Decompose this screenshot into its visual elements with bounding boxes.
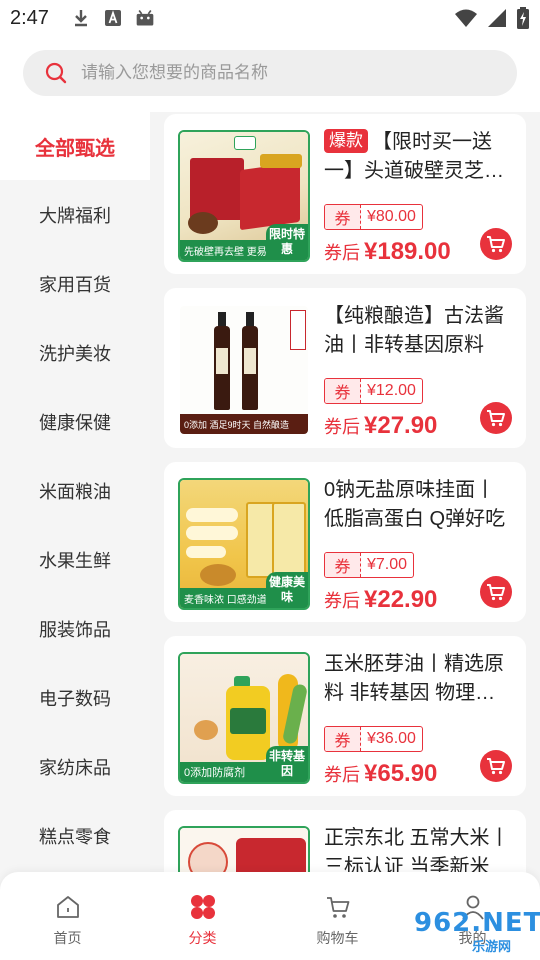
add-to-cart-button[interactable] xyxy=(480,402,512,434)
sidebar-item-apparel[interactable]: 服装饰品 xyxy=(0,594,150,663)
sidebar-item-fresh-fruit[interactable]: 水果生鲜 xyxy=(0,525,150,594)
coupon-badge: 券 ¥80.00 xyxy=(324,204,423,230)
sidebar-item-label: 全部甄选 xyxy=(35,137,115,160)
price: 券后 ¥22.90 xyxy=(324,586,437,614)
home-icon xyxy=(53,892,83,922)
nav-category[interactable]: 分类 xyxy=(135,872,270,960)
coupon-value: ¥7.00 xyxy=(367,556,408,573)
sidebar-item-label: 糕点零食 xyxy=(39,826,111,847)
sidebar-item-snacks[interactable]: 糕点零食 xyxy=(0,801,150,870)
android-icon xyxy=(136,10,154,26)
coupon-badge: 券 ¥7.00 xyxy=(324,552,415,578)
product-image[interactable]: 0添加防腐剂 非转基因 xyxy=(178,652,310,784)
nav-cart[interactable]: 购物车 xyxy=(270,872,405,960)
thumb-banner: 0添加 酒足9时天 自然酿造 xyxy=(180,414,308,434)
category-sidebar: 全部甄选 大牌福利 家用百货 洗护美妆 健康保健 米面粮油 水果生鲜 服装饰品 … xyxy=(0,112,150,882)
search-area xyxy=(0,36,540,112)
wifi-icon xyxy=(455,9,477,27)
sidebar-item-grain-oil[interactable]: 米面粮油 xyxy=(0,456,150,525)
shopping-cart-icon xyxy=(323,892,353,922)
coupon-badge: 券 ¥12.00 xyxy=(324,378,423,404)
search-input[interactable] xyxy=(81,63,461,83)
sidebar-item-label: 大牌福利 xyxy=(39,205,111,226)
sidebar-item-label: 电子数码 xyxy=(39,688,111,709)
status-bar: 2:47 xyxy=(0,0,540,36)
nav-label: 分类 xyxy=(188,930,217,946)
coupon-label: 券 xyxy=(325,553,361,577)
product-image[interactable]: 先破壁再去壁 更易吸收 限时特惠 xyxy=(178,130,310,262)
watermark-logo: 962.NET 乐游网 xyxy=(402,908,540,954)
product-image[interactable]: 0添加 酒足9时天 自然酿造 xyxy=(178,304,310,436)
nav-label: 首页 xyxy=(53,930,82,946)
add-to-cart-button[interactable] xyxy=(480,750,512,782)
search-icon xyxy=(45,62,67,84)
sidebar-item-brand-welfare[interactable]: 大牌福利 xyxy=(0,180,150,249)
coupon-label: 券 xyxy=(325,727,361,751)
price: 券后 ¥27.90 xyxy=(324,412,437,440)
sidebar-item-label: 健康保健 xyxy=(39,412,111,433)
sidebar-item-label: 家用百货 xyxy=(39,274,111,295)
sidebar-item-label: 米面粮油 xyxy=(39,481,111,502)
cart-icon xyxy=(487,410,505,427)
product-card[interactable]: 0添加 酒足9时天 自然酿造 【纯粮酿造】古法酱油丨非转基因原料 券 ¥12.0… xyxy=(164,288,526,448)
sidebar-item-electronics[interactable]: 电子数码 xyxy=(0,663,150,732)
sidebar-item-all-selection[interactable]: 全部甄选 xyxy=(0,112,150,180)
coupon-label: 券 xyxy=(325,205,361,229)
coupon-badge: 券 ¥36.00 xyxy=(324,726,423,752)
price-prefix: 券后 xyxy=(324,243,360,263)
product-title[interactable]: 【纯粮酿造】古法酱油丨非转基因原料 xyxy=(324,302,514,360)
sidebar-item-health[interactable]: 健康保健 xyxy=(0,387,150,456)
nav-home[interactable]: 首页 xyxy=(0,872,135,960)
product-title[interactable]: 爆款【限时买一送一】头道破壁灵芝孢子粉 xyxy=(324,128,514,186)
search-bar[interactable] xyxy=(23,50,517,96)
battery-icon xyxy=(517,7,529,29)
category-icon xyxy=(188,892,218,922)
sidebar-item-label: 家纺床品 xyxy=(39,757,111,778)
price: 券后 ¥189.00 xyxy=(324,238,451,266)
hot-badge: 爆款 xyxy=(324,129,368,153)
thumb-tag: 非转基因 xyxy=(266,746,308,782)
price-value: ¥65.90 xyxy=(364,760,438,787)
app-a-icon xyxy=(104,10,121,26)
sidebar-item-label: 水果生鲜 xyxy=(39,550,111,571)
price-prefix: 券后 xyxy=(324,417,360,437)
coupon-value: ¥12.00 xyxy=(367,382,416,399)
price: 券后 ¥65.90 xyxy=(324,760,437,788)
price-value: ¥27.90 xyxy=(364,412,438,439)
sidebar-item-household[interactable]: 家用百货 xyxy=(0,249,150,318)
product-title[interactable]: 玉米胚芽油丨精选原料 非转基因 物理压榨 xyxy=(324,650,514,708)
coupon-label: 券 xyxy=(325,379,361,403)
coupon-value: ¥36.00 xyxy=(367,730,416,747)
product-card[interactable]: 0添加防腐剂 非转基因 玉米胚芽油丨精选原料 非转基因 物理压榨 券 ¥36.0… xyxy=(164,636,526,796)
price-value: ¥189.00 xyxy=(364,238,451,265)
sidebar-item-beauty[interactable]: 洗护美妆 xyxy=(0,318,150,387)
thumb-tag: 限时特惠 xyxy=(266,224,308,260)
price-value: ¥22.90 xyxy=(364,586,438,613)
watermark-text: 962.NET xyxy=(414,908,540,938)
add-to-cart-button[interactable] xyxy=(480,576,512,608)
product-image[interactable]: 麦香味浓 口感劲道 健康美味 xyxy=(178,478,310,610)
product-title[interactable]: 0钠无盐原味挂面丨低脂高蛋白 Q弹好吃 xyxy=(324,476,514,534)
product-card[interactable]: 先破壁再去壁 更易吸收 限时特惠 爆款【限时买一送一】头道破壁灵芝孢子粉 券 ¥… xyxy=(164,114,526,274)
sidebar-item-label: 服装饰品 xyxy=(39,619,111,640)
cart-icon xyxy=(487,236,505,253)
cart-icon xyxy=(487,758,505,775)
nav-label: 购物车 xyxy=(316,930,359,946)
price-prefix: 券后 xyxy=(324,765,360,785)
watermark-sub: 乐游网 xyxy=(472,939,512,954)
cart-icon xyxy=(487,584,505,601)
price-prefix: 券后 xyxy=(324,591,360,611)
signal-icon xyxy=(488,9,506,27)
sidebar-item-label: 洗护美妆 xyxy=(39,343,111,364)
product-list: 先破壁再去壁 更易吸收 限时特惠 爆款【限时买一送一】头道破壁灵芝孢子粉 券 ¥… xyxy=(150,112,540,882)
download-icon xyxy=(74,10,87,27)
product-card[interactable]: 麦香味浓 口感劲道 健康美味 0钠无盐原味挂面丨低脂高蛋白 Q弹好吃 券 ¥7.… xyxy=(164,462,526,622)
coupon-value: ¥80.00 xyxy=(367,208,416,225)
thumb-tag: 健康美味 xyxy=(266,572,308,608)
status-time: 2:47 xyxy=(10,6,49,29)
add-to-cart-button[interactable] xyxy=(480,228,512,260)
sidebar-item-bedding[interactable]: 家纺床品 xyxy=(0,732,150,801)
